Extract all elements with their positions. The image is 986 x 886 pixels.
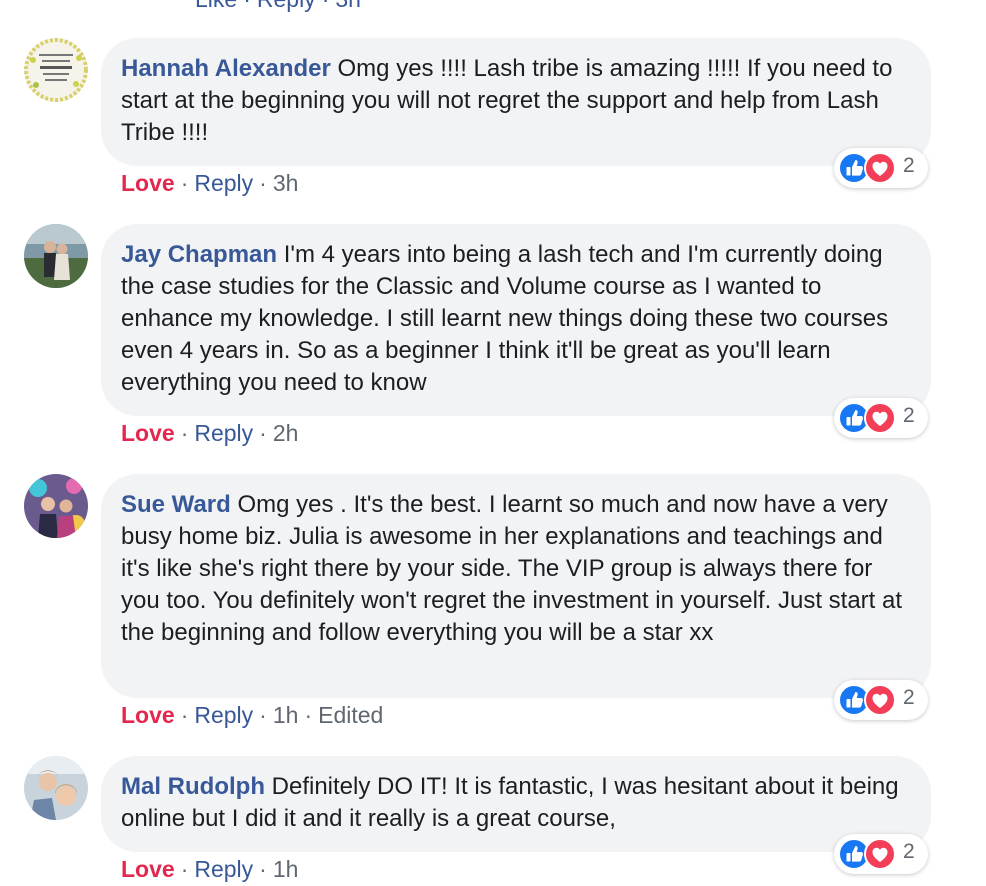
comment-text: Omg yes . It's the best. I learnt so muc… [121, 491, 903, 646]
love-reaction-link[interactable]: Love [121, 702, 175, 728]
comment-bubble: Sue Ward Omg yes . It's the best. I lear… [101, 474, 931, 698]
comment-author[interactable]: Jay Chapman [121, 241, 277, 268]
reactions-summary[interactable]: 2 [834, 834, 928, 874]
previous-comment-actions: Like·Reply·3h [195, 0, 361, 13]
reply-link[interactable]: Reply [194, 856, 253, 882]
reactions-summary[interactable]: 2 [834, 680, 928, 720]
comment-time[interactable]: 3h [273, 170, 299, 196]
avatar[interactable] [24, 224, 88, 288]
comment-time[interactable]: 1h [273, 856, 299, 882]
reaction-count: 2 [903, 686, 915, 709]
comment-time[interactable]: 1h [273, 702, 299, 728]
reply-link[interactable]: Reply [194, 170, 253, 196]
reply-link[interactable]: Reply [257, 0, 316, 12]
reaction-count: 2 [903, 154, 915, 177]
avatar[interactable] [24, 474, 88, 538]
love-icon [864, 838, 896, 870]
edited-label[interactable]: Edited [318, 702, 383, 728]
avatar[interactable] [24, 38, 88, 102]
comment-author[interactable]: Mal Rudolph [121, 773, 265, 800]
reaction-count: 2 [903, 840, 915, 863]
reply-link[interactable]: Reply [194, 420, 253, 446]
comment-actions: Love · Reply · 1h · Edited [121, 702, 384, 728]
reactions-summary[interactable]: 2 [834, 398, 928, 438]
reactions-summary[interactable]: 2 [834, 148, 928, 188]
comment-author[interactable]: Sue Ward [121, 491, 231, 518]
comment-bubble: Hannah Alexander Omg yes !!!! Lash tribe… [101, 38, 931, 166]
love-reaction-link[interactable]: Love [121, 856, 175, 882]
love-icon [864, 152, 896, 184]
comment-actions: Love · Reply · 3h [121, 170, 299, 196]
avatar[interactable] [24, 756, 88, 820]
comment-author[interactable]: Hannah Alexander [121, 55, 331, 82]
comment-time[interactable]: 2h [273, 420, 299, 446]
comment-actions: Love · Reply · 1h [121, 856, 299, 882]
love-reaction-link[interactable]: Love [121, 420, 175, 446]
comment-actions: Love · Reply · 2h [121, 420, 299, 446]
comment-bubble: Mal Rudolph Definitely DO IT! It is fant… [101, 756, 931, 852]
love-icon [864, 402, 896, 434]
reaction-count: 2 [903, 404, 915, 427]
reply-link[interactable]: Reply [194, 702, 253, 728]
like-link[interactable]: Like [195, 0, 237, 12]
love-reaction-link[interactable]: Love [121, 170, 175, 196]
comment-time[interactable]: 3h [335, 0, 361, 12]
comment-bubble: Jay Chapman I'm 4 years into being a las… [101, 224, 931, 416]
love-icon [864, 684, 896, 716]
